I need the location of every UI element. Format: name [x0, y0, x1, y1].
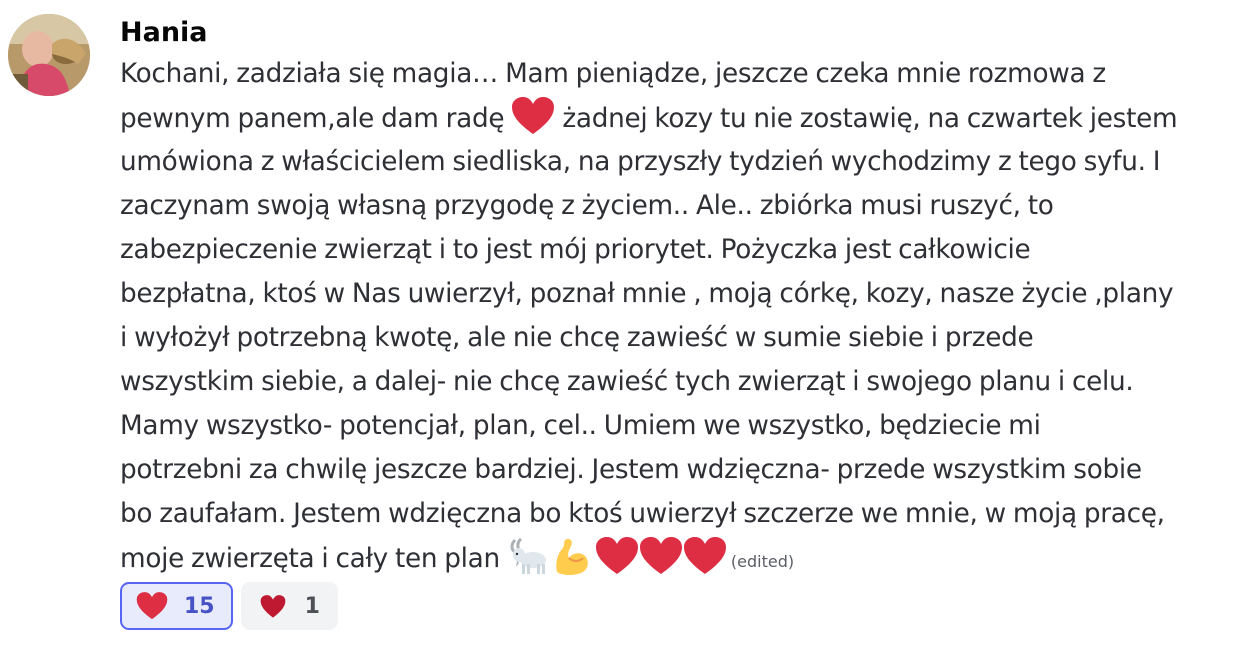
avatar[interactable]: [8, 14, 90, 96]
message-line: bo zaufałam. Jestem wdzięczna bo ktoś uw…: [120, 499, 1165, 529]
message-line: Kochani, zadziała się magia… Mam pieniąd…: [120, 59, 1106, 89]
message-line: zabezpieczenie zwierząt i to jest mój pr…: [120, 235, 1031, 265]
reaction-red-heart[interactable]: 15: [120, 582, 233, 630]
reactions-bar: 15 1: [120, 582, 1235, 630]
reaction-count: 15: [184, 593, 215, 619]
heavy-heart-icon: [260, 595, 285, 618]
author-name[interactable]: Hania: [120, 14, 1235, 52]
message-line: potrzebni za chwilę jeszcze bardziej. Je…: [120, 455, 1142, 485]
message-content: Hania Kochani, zadziała się magia… Mam p…: [120, 14, 1235, 630]
edited-label: (edited): [730, 552, 795, 571]
message-line: umówiona z właścicielem siedliska, na pr…: [120, 147, 1161, 177]
message-line-segment: żadnej kozy tu nie zostawię, na czwartek…: [562, 104, 1178, 134]
red-heart-icon: [683, 536, 727, 576]
message-line: zaczynam swoją własną przygodę z życiem.…: [120, 191, 1054, 221]
flexed-biceps-icon: [551, 536, 595, 576]
reaction-heavy-heart[interactable]: 1: [240, 582, 338, 630]
message-line: moje zwierzęta i cały ten plan (edited): [120, 536, 1235, 580]
red-heart-icon: [595, 536, 639, 576]
message-line: Mamy wszystko- potencjał, plan, cel.. Um…: [120, 411, 1041, 441]
message-line-segment: pewnym panem,ale dam radę: [120, 104, 505, 134]
red-heart-icon: [136, 592, 168, 620]
chat-message: Hania Kochani, zadziała się magia… Mam p…: [0, 0, 1256, 658]
message-line: bezpłatna, ktoś w Nas uwierzył, poznał m…: [120, 279, 1174, 309]
message-line: i wyłożył potrzebną kwotę, ale nie chcę …: [120, 323, 1034, 353]
red-heart-icon: [511, 96, 555, 136]
message-line: wszystkim siebie, a dalej- nie chcę zawi…: [120, 367, 1134, 397]
message-line: pewnym panem,ale dam radę żadnej kozy tu…: [120, 96, 1235, 140]
goat-icon: [507, 536, 551, 576]
red-heart-icon: [639, 536, 683, 576]
message-text: Kochani, zadziała się magia… Mam pieniąd…: [120, 52, 1235, 580]
message-line-segment: moje zwierzęta i cały ten plan: [120, 544, 500, 574]
reaction-count: 1: [304, 593, 320, 619]
